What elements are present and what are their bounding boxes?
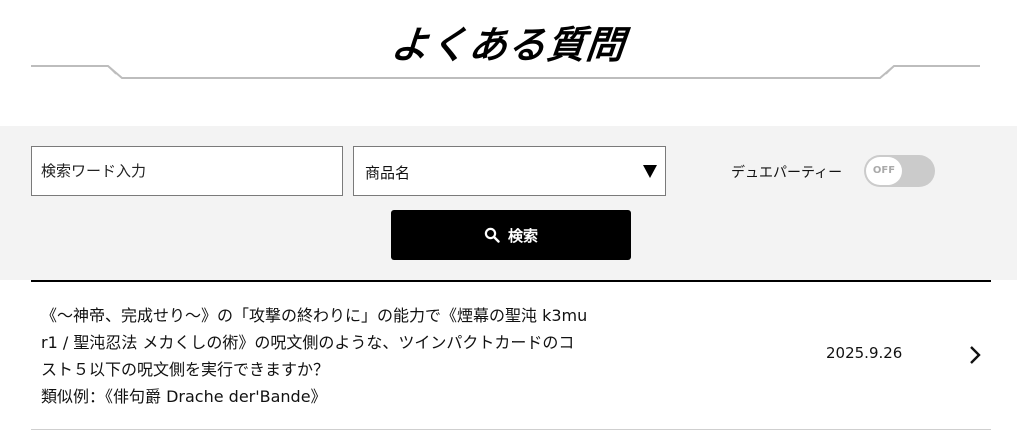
faq-question: 《～神帝、完成せり～》の「攻撃の終わりに」の能力で《煙幕の聖沌 k3mu r1 … (41, 302, 671, 410)
toggle-knob: OFF (866, 157, 902, 185)
duel-party-toggle[interactable]: OFF (864, 155, 935, 187)
search-panel: 商品名 デュエパーティー OFF 検索 (0, 126, 1017, 280)
search-icon (484, 227, 500, 243)
title-decorative-rule (31, 65, 980, 79)
faq-date: 2025.9.26 (826, 344, 903, 362)
faq-question-line: スト５以下の呪文側を実行できますか？ (41, 360, 330, 379)
faq-question-line: r1 / 聖沌忍法 メカくしの術》の呪文側のような、ツインパクトカードのコ (41, 333, 575, 352)
search-button[interactable]: 検索 (391, 210, 631, 260)
page-header: よくある質問 (0, 0, 1017, 126)
search-button-label: 検索 (507, 226, 538, 245)
results-bottom-divider (31, 429, 991, 430)
product-name-select[interactable]: 商品名 (353, 146, 666, 196)
duel-party-toggle-label: デュエパーティー (731, 165, 843, 181)
select-arrow-icon (643, 165, 657, 178)
faq-list-item[interactable]: 《～神帝、完成せり～》の「攻撃の終わりに」の能力で《煙幕の聖沌 k3mu r1 … (31, 282, 991, 430)
faq-question-line: 類似例：《俳句爵 Drache der'Bande》 (41, 387, 327, 406)
faq-question-line: 《～神帝、完成せり～》の「攻撃の終わりに」の能力で《煙幕の聖沌 k3mu (41, 306, 588, 325)
chevron-right-icon (970, 346, 981, 364)
keyword-search-input[interactable] (31, 146, 343, 196)
product-select-value: 商品名 (365, 164, 411, 182)
